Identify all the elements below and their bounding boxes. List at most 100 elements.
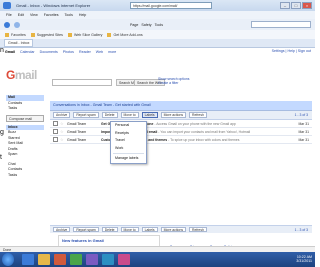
- menu-divider: [113, 153, 144, 154]
- manage-labels-option[interactable]: Manage labels: [111, 155, 146, 163]
- media-taskbar-icon[interactable]: [54, 254, 66, 265]
- page-icon: [67, 32, 72, 37]
- menu-edit[interactable]: Edit: [18, 13, 24, 17]
- table-row[interactable]: ☆ Gmail Team Customize Gmail with colors…: [50, 136, 312, 144]
- delete-button[interactable]: Delete: [101, 112, 118, 118]
- gmail-logo[interactable]: Gmail: [6, 68, 37, 82]
- menu-view[interactable]: View: [30, 13, 38, 17]
- promo-title[interactable]: New features in Gmail: [62, 238, 156, 243]
- menu-favorites[interactable]: Favorites: [44, 13, 59, 17]
- tab-gmail[interactable]: Gmail - Inbox: [4, 39, 34, 47]
- bottom-more-actions-button[interactable]: More actions: [160, 226, 187, 233]
- topnav-documents[interactable]: Documents: [40, 50, 58, 54]
- topnav-more[interactable]: more: [108, 50, 116, 54]
- close-button[interactable]: ×: [302, 2, 312, 9]
- fav-web-slice[interactable]: Web Slice Gallery: [67, 32, 102, 37]
- maximize-button[interactable]: □: [291, 2, 301, 9]
- label-option-work[interactable]: Work: [111, 145, 146, 153]
- bottom-refresh-button[interactable]: Refresh: [189, 226, 207, 233]
- labels-button[interactable]: Labels: [141, 112, 158, 118]
- sidebar-item-tasks[interactable]: Tasks: [6, 173, 44, 179]
- menu-file[interactable]: File: [6, 13, 12, 17]
- action-toolbar: Archive Report spam Delete Move to Label…: [50, 111, 312, 120]
- star-icon[interactable]: ☆: [60, 138, 64, 142]
- star-icon[interactable]: ☆: [60, 122, 64, 126]
- mail-search-input[interactable]: [52, 79, 112, 86]
- move-to-button[interactable]: Move to: [120, 112, 139, 118]
- menu-tools[interactable]: Tools: [65, 13, 73, 17]
- window-title: Gmail - Inbox - Windows Internet Explore…: [16, 3, 91, 8]
- safety-menu-button[interactable]: Safety: [141, 23, 151, 27]
- row-from: Gmail Team: [67, 129, 87, 134]
- table-row[interactable]: ☆ Gmail Team Import your contacts and ol…: [50, 128, 312, 136]
- minimize-button[interactable]: –: [280, 2, 290, 9]
- bottom-action-toolbar: Archive Report spam Delete Move to Label…: [50, 225, 312, 233]
- refresh-button[interactable]: Refresh: [189, 112, 207, 118]
- logo-rest: mail: [14, 68, 38, 82]
- row-date: Mar 31: [298, 121, 309, 126]
- topnav-reader[interactable]: Reader: [79, 50, 91, 54]
- side-text-2: g: [0, 129, 4, 136]
- page-icon: [107, 32, 112, 37]
- page-menu-button[interactable]: Page: [130, 23, 138, 27]
- page-icon: [30, 32, 35, 37]
- bottom-page-info: 1 - 3 of 3: [294, 227, 308, 232]
- forward-icon[interactable]: [14, 21, 20, 28]
- labels-dropdown-menu: Personal Receipts Travel Work Manage lab…: [110, 121, 147, 164]
- bottom-report-spam-button[interactable]: Report spam: [73, 226, 99, 233]
- topnav-account-links[interactable]: Settings | Help | Sign out: [272, 49, 311, 53]
- topnav-photos[interactable]: Photos: [63, 50, 74, 54]
- tab-strip: Gmail - Inbox: [0, 39, 315, 48]
- fav-suggested-sites[interactable]: Suggested Sites: [30, 32, 63, 37]
- back-icon[interactable]: [4, 21, 10, 28]
- star-icon[interactable]: ☆: [60, 130, 64, 134]
- tools-menu-button[interactable]: Tools: [155, 23, 163, 27]
- label-option-personal[interactable]: Personal: [111, 122, 146, 130]
- topnav-gmail[interactable]: Gmail: [5, 50, 15, 54]
- taskbar-clock[interactable]: 10:22 AM 3/31/2011: [296, 255, 312, 263]
- address-bar[interactable]: https://mail.google.com/mail/: [130, 2, 212, 9]
- bottom-labels-button[interactable]: Labels: [141, 226, 158, 233]
- compose-button[interactable]: Compose mail: [6, 114, 44, 122]
- table-row[interactable]: ☆ Gmail Team Get Gmail on your mobile ph…: [50, 120, 312, 128]
- app4-taskbar-icon[interactable]: [118, 254, 130, 265]
- row-checkbox[interactable]: [53, 129, 58, 134]
- browser-search-input[interactable]: [251, 21, 311, 28]
- star-icon: [5, 32, 9, 37]
- menu-help[interactable]: Help: [79, 13, 86, 17]
- bottom-archive-button[interactable]: Archive: [53, 226, 71, 233]
- left-tasks[interactable]: Tasks: [6, 106, 44, 112]
- row-date: Mar 31: [298, 129, 309, 134]
- topnav-web[interactable]: Web: [96, 50, 103, 54]
- side-text-3: t: [0, 154, 2, 161]
- conversation-breadcrumb: Conversations in Inbox - Gmail Team - Ge…: [50, 101, 312, 111]
- report-spam-button[interactable]: Report spam: [73, 112, 99, 118]
- archive-button[interactable]: Archive: [53, 112, 71, 118]
- logo-initial: G: [6, 68, 15, 82]
- label-option-travel[interactable]: Travel: [111, 137, 146, 145]
- row-checkbox[interactable]: [53, 137, 58, 142]
- explorer-taskbar-icon[interactable]: [38, 254, 50, 265]
- start-button[interactable]: [2, 253, 14, 266]
- row-date: Mar 31: [298, 137, 309, 142]
- left-navigation: Mail Contacts Tasks Compose mail Inbox B…: [6, 95, 44, 178]
- create-filter-link[interactable]: Create a filter: [158, 81, 178, 86]
- page-info: 1 - 3 of 3: [294, 113, 308, 117]
- message-area: Conversations in Inbox - Gmail Team - Ge…: [50, 101, 312, 144]
- row-checkbox[interactable]: [53, 121, 58, 126]
- windows-taskbar: 10:22 AM 3/31/2011: [0, 252, 315, 267]
- sidebar-item-spam[interactable]: Spam: [6, 152, 44, 158]
- favorites-button[interactable]: Favorites: [5, 32, 26, 37]
- app3-taskbar-icon[interactable]: [102, 254, 114, 265]
- bottom-delete-button[interactable]: Delete: [101, 226, 118, 233]
- label-option-receipts[interactable]: Receipts: [111, 130, 146, 138]
- fav-addons[interactable]: Get More Add-ons: [107, 32, 143, 37]
- more-actions-button[interactable]: More actions: [160, 112, 187, 118]
- app-taskbar-icon[interactable]: [70, 254, 82, 265]
- ie-taskbar-icon[interactable]: [22, 254, 34, 265]
- ie-icon: [3, 2, 11, 9]
- app2-taskbar-icon[interactable]: [86, 254, 98, 265]
- bottom-move-to-button[interactable]: Move to: [120, 226, 139, 233]
- clock-date: 3/31/2011: [296, 259, 312, 263]
- topnav-calendar[interactable]: Calendar: [20, 50, 35, 54]
